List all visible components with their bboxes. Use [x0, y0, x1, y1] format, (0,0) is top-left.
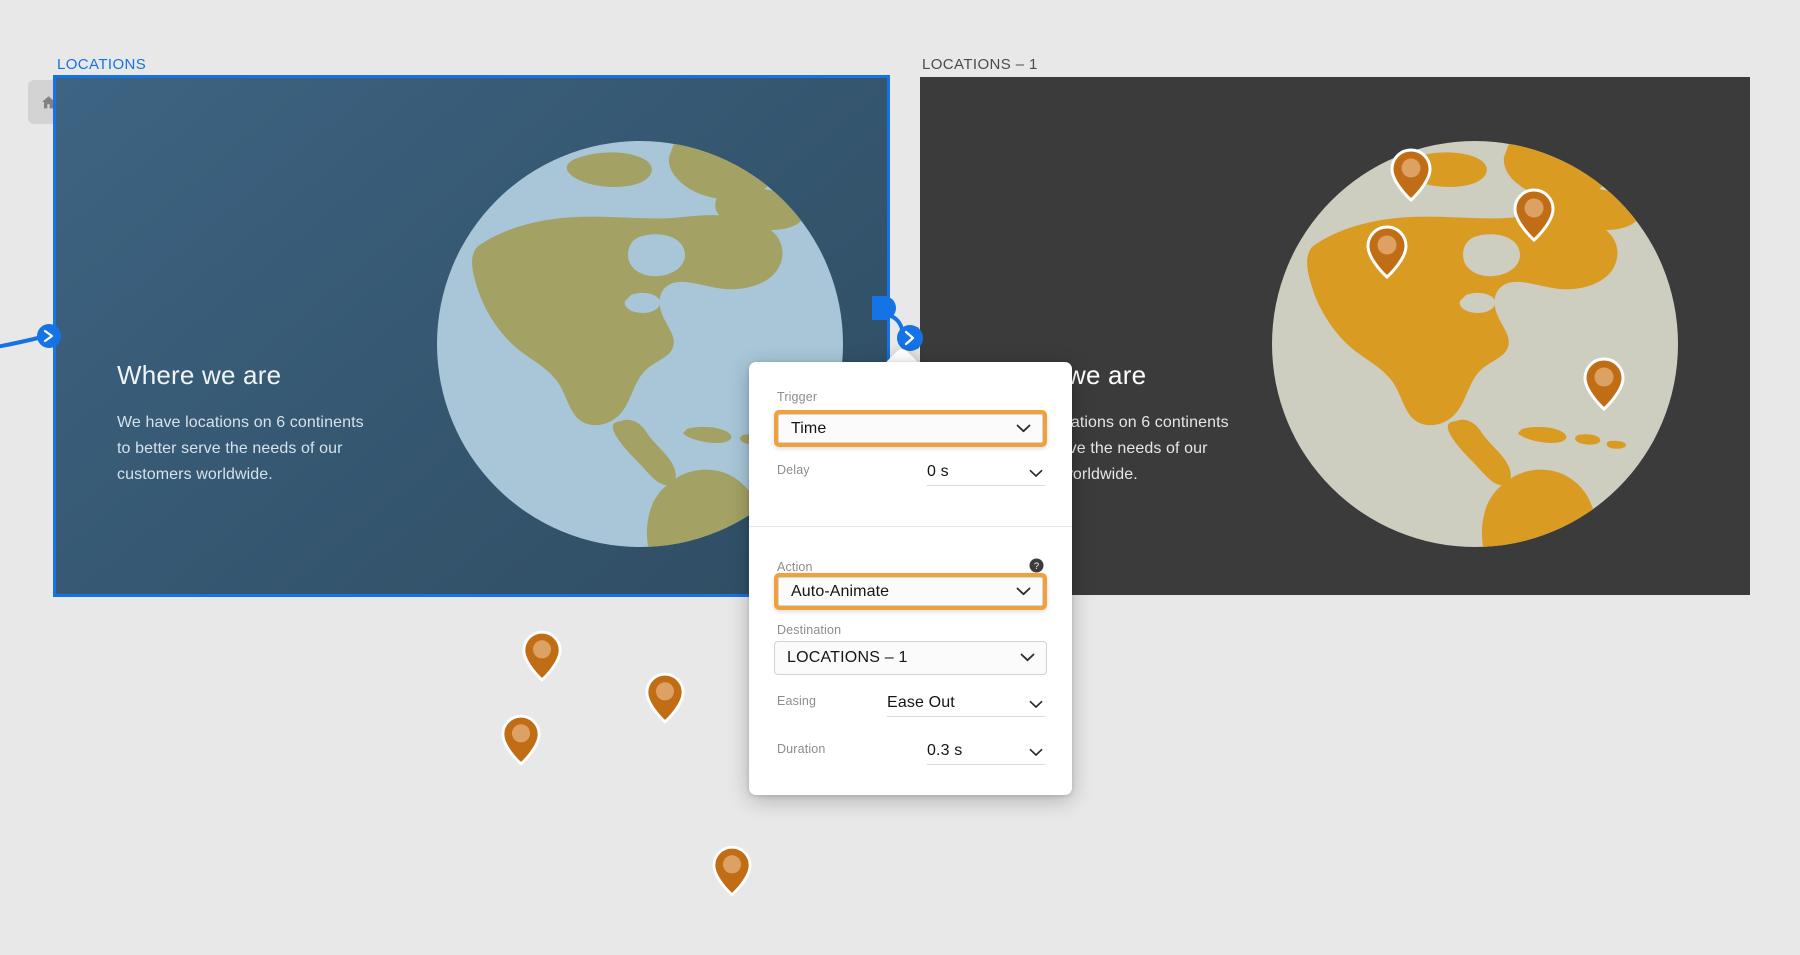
destination-value: LOCATIONS – 1	[787, 649, 908, 666]
action-label: Action	[777, 560, 813, 574]
map-pin[interactable]	[501, 714, 541, 766]
destination-label: Destination	[777, 623, 842, 637]
artboard1-body-line-2: to better serve the needs of our	[117, 440, 343, 457]
home-icon	[40, 94, 57, 111]
trigger-label: Trigger	[777, 390, 818, 404]
delay-row[interactable]: Delay 0 s	[777, 458, 1045, 494]
popup-divider	[749, 526, 1072, 527]
map-pin[interactable]	[1583, 357, 1625, 411]
action-select[interactable]: Auto-Animate	[774, 573, 1047, 610]
artboard1-body: We have locations on 6 continents to bet…	[117, 410, 364, 488]
help-circle-icon[interactable]: ?	[1029, 558, 1044, 573]
action-value: Auto-Animate	[791, 582, 890, 600]
map-pin[interactable]	[1513, 188, 1555, 242]
artboard1-body-line-3: customers worldwide.	[117, 466, 273, 483]
duration-row[interactable]: Duration 0.3 s	[777, 737, 1045, 773]
chevron-down-icon	[1029, 465, 1043, 483]
artboard1-title: Where we are	[117, 360, 282, 390]
duration-value: 0.3 s	[927, 741, 963, 759]
delay-value: 0 s	[927, 462, 949, 480]
svg-text:?: ?	[1034, 561, 1039, 572]
chevron-down-icon	[1020, 649, 1035, 667]
duration-label: Duration	[777, 742, 826, 756]
map-pin[interactable]	[1390, 148, 1432, 202]
delay-label: Delay	[777, 463, 810, 477]
prototype-canvas[interactable]: LOCATIONS LOCATIONS – 1 Where we are We …	[0, 0, 1800, 955]
chevron-down-icon	[1016, 583, 1031, 601]
map-pin[interactable]	[1366, 225, 1408, 279]
duration-select[interactable]: 0.3 s	[927, 737, 1045, 765]
easing-value: Ease Out	[887, 693, 955, 711]
chevron-down-icon	[1029, 744, 1043, 762]
map-pin[interactable]	[522, 630, 562, 682]
chevron-down-icon	[1016, 420, 1031, 438]
destination-select[interactable]: LOCATIONS – 1	[774, 641, 1047, 675]
easing-select[interactable]: Ease Out	[887, 689, 1045, 717]
artboard1-body-line-1: We have locations on 6 continents	[117, 414, 364, 431]
trigger-select[interactable]: Time	[774, 410, 1047, 447]
map-pin[interactable]	[645, 672, 685, 724]
artboard-label-locations[interactable]: LOCATIONS	[57, 56, 146, 73]
delay-select[interactable]: 0 s	[927, 458, 1045, 486]
artboard-label-locations-1[interactable]: LOCATIONS – 1	[922, 56, 1038, 73]
interaction-settings-popup[interactable]: Trigger Time Delay 0 s Action ? Auto-Ani…	[749, 362, 1072, 795]
easing-row[interactable]: Easing Ease Out	[777, 689, 1045, 725]
trigger-value: Time	[791, 419, 827, 437]
easing-label: Easing	[777, 694, 817, 708]
chevron-down-icon	[1029, 696, 1043, 714]
globe-illustration-dark	[1260, 129, 1690, 559]
map-pin[interactable]	[712, 845, 752, 897]
